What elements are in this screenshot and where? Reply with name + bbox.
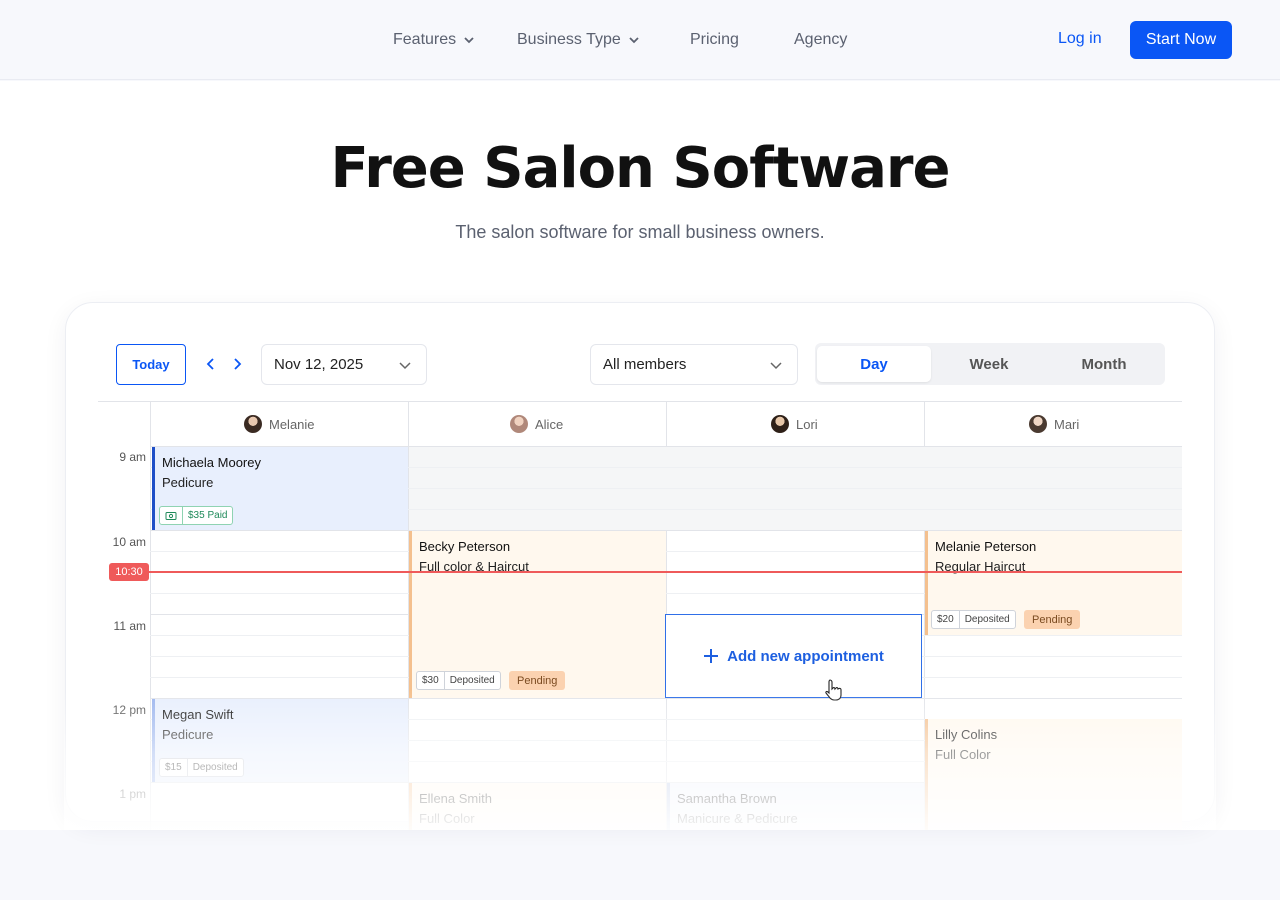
member-alice[interactable]: Alice (510, 414, 563, 434)
payment-tag: $20 Deposited (931, 610, 1016, 629)
current-time-badge: 10:30 (109, 563, 149, 581)
client-name: Michaela Moorey (162, 455, 261, 470)
avatar (244, 415, 262, 433)
view-week-button[interactable]: Week (932, 346, 1046, 382)
nav-business-type[interactable]: Business Type (517, 30, 641, 50)
member-mari[interactable]: Mari (1029, 414, 1079, 434)
today-button[interactable]: Today (116, 344, 186, 385)
payment-tag: $35 Paid (159, 506, 234, 525)
nav-pricing[interactable]: Pricing (690, 30, 739, 50)
status-badge: Pending (1024, 610, 1081, 629)
avatar (1029, 415, 1047, 433)
nav-features-label: Features (393, 31, 457, 48)
nav-agency-label: Agency (794, 31, 848, 48)
plus-icon (704, 649, 719, 663)
view-month-button[interactable]: Month (1047, 346, 1161, 382)
status-badge: Pending (509, 671, 566, 690)
login-link[interactable]: Log in (1058, 30, 1102, 48)
member-lori[interactable]: Lori (771, 414, 818, 434)
members-select-value: All members (603, 356, 687, 373)
chevron-down-icon (399, 362, 411, 370)
nav-business-type-label: Business Type (517, 31, 621, 48)
price: $30 (422, 675, 439, 686)
client-name: Megan Swift (162, 707, 234, 722)
client-name: Samantha Brown (677, 791, 777, 806)
avatar (771, 415, 789, 433)
payment-status: Deposited (443, 672, 500, 689)
chevron-down-icon (629, 37, 639, 44)
member-name: Alice (535, 416, 564, 432)
view-switcher: Day Week Month (815, 343, 1165, 385)
date-select-value: Nov 12, 2025 (274, 356, 364, 373)
start-now-button[interactable]: Start Now (1130, 21, 1232, 59)
nav-features[interactable]: Features (393, 30, 476, 50)
service-name: Regular Haircut (935, 559, 1026, 574)
hand-cursor-icon (825, 679, 842, 701)
payment-status: Deposited (186, 759, 243, 776)
next-day-icon[interactable] (229, 356, 245, 372)
header-divider (98, 401, 1182, 402)
time-label: 11 am (113, 619, 146, 633)
hero-subtitle: The salon software for small business ow… (455, 222, 825, 242)
appointment-card[interactable]: Lilly Colins Full Color (925, 719, 1182, 830)
client-name: Ellena Smith (419, 791, 492, 806)
receipt-icon (160, 507, 182, 524)
client-name: Becky Peterson (419, 539, 511, 554)
price: $15 (165, 762, 182, 773)
service-name: Full Color (419, 811, 475, 826)
current-time-line (148, 571, 1182, 573)
add-appointment-button[interactable]: Add new appointment (665, 614, 922, 698)
hero-title: Free Salon Software (330, 136, 951, 201)
service-name: Full color & Haircut (419, 559, 529, 574)
client-name: Melanie Peterson (935, 539, 1037, 554)
service-name: Full Color (935, 747, 991, 762)
payment-status: Deposited (958, 611, 1015, 628)
date-select[interactable]: Nov 12, 2025 (261, 344, 427, 385)
chevron-down-icon (464, 37, 474, 44)
time-label: 10 am (112, 535, 146, 549)
appointment-card[interactable]: Samantha Brown Manicure & Pedicure (667, 783, 924, 830)
service-name: Manicure & Pedicure (677, 811, 798, 826)
prev-day-icon[interactable] (203, 356, 219, 372)
member-name: Melanie (269, 416, 315, 432)
avatar (510, 415, 528, 433)
time-label: 12 pm (112, 703, 146, 717)
time-label: 1 pm (119, 787, 146, 801)
service-name: Pedicure (162, 727, 214, 742)
time-label: 9 am (119, 450, 146, 464)
nav-pricing-label: Pricing (690, 31, 739, 48)
member-melanie[interactable]: Melanie (244, 414, 315, 434)
payment-tag: $15 Deposited (159, 758, 244, 777)
service-name: Pedicure (162, 475, 214, 490)
members-select[interactable]: All members (590, 344, 798, 385)
client-name: Lilly Colins (935, 727, 998, 742)
view-day-button[interactable]: Day (817, 346, 931, 382)
chevron-down-icon (770, 362, 782, 370)
nav-agency[interactable]: Agency (794, 30, 847, 50)
appointment-card[interactable]: Ellena Smith Full Color (409, 783, 666, 830)
add-appointment-label: Add new appointment (727, 647, 884, 665)
top-navbar: Features Business Type Pricing Agency Lo… (0, 0, 1280, 80)
payment-tag-text: $35 Paid (182, 507, 232, 524)
price: $20 (937, 614, 954, 625)
member-name: Mari (1054, 416, 1080, 432)
member-name: Lori (796, 416, 818, 432)
payment-tag: $30 Deposited (416, 671, 501, 690)
